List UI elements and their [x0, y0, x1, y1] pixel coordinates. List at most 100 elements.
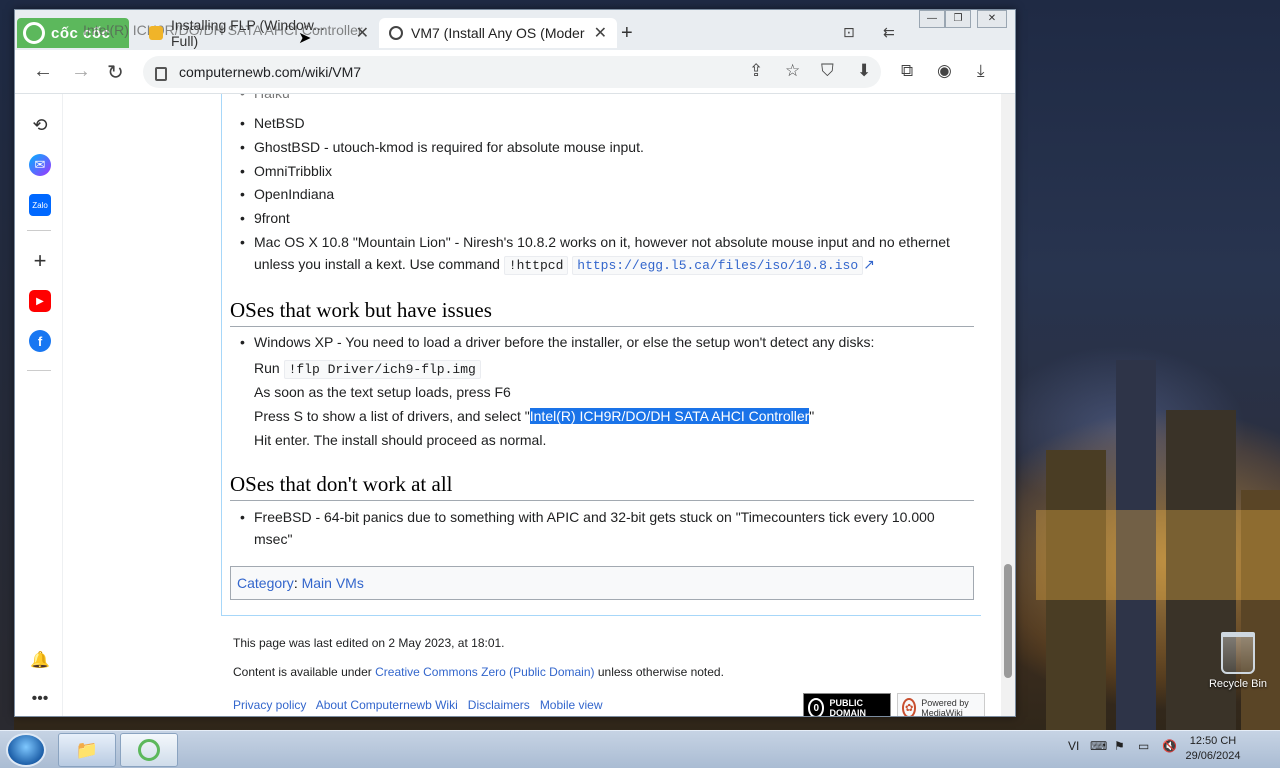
start-button[interactable] [6, 733, 46, 767]
address-bar[interactable]: computernewb.com/wiki/VM7 [143, 56, 881, 88]
list-item: GhostBSD - utouch-kmod is required for a… [240, 136, 644, 158]
forward-button[interactable]: → [71, 60, 91, 83]
tab-installing-flp[interactable]: Installing FLP (Window... Full) ✕ [139, 17, 379, 49]
iso-link[interactable]: https://egg.l5.ca/files/iso/10.8.iso [572, 256, 864, 275]
tab-close-icon[interactable]: ✕ [356, 23, 369, 43]
step-f6: As soon as the text setup loads, press F… [254, 384, 511, 400]
profile-icon[interactable]: ◉ [937, 61, 952, 81]
share-icon[interactable]: ⇪ [749, 61, 763, 81]
recycle-bin-label: Recycle Bin [1208, 678, 1268, 690]
tab-search-icon[interactable]: ⊡ [843, 24, 855, 41]
license-link[interactable]: Creative Commons Zero (Public Domain) [375, 665, 594, 679]
tab-title: Installing FLP (Window... Full) [170, 17, 325, 49]
tab-sidebar-icon[interactable]: ⇇ [883, 24, 895, 41]
add-panel-icon[interactable]: + [29, 248, 51, 273]
address-url[interactable]: computernewb.com/wiki/VM7 [179, 64, 361, 80]
list-item-freebsd: FreeBSD - 64-bit panics due to something… [240, 506, 935, 528]
network-icon[interactable]: ▭ [1138, 739, 1149, 753]
notification-bell-icon[interactable]: 🔔 [29, 649, 51, 671]
list-item: Haiku [240, 94, 290, 104]
zalo-icon[interactable]: Zalo [29, 194, 51, 216]
external-link-icon: ↗ [863, 256, 875, 272]
license-prefix: Content is available under [233, 665, 372, 679]
language-indicator[interactable]: VI [1068, 739, 1079, 753]
coccoc-taskbar-button[interactable] [120, 733, 178, 767]
facebook-icon[interactable]: f [29, 330, 51, 352]
more-options-icon[interactable]: ••• [29, 688, 51, 710]
sidebar-divider [27, 230, 51, 231]
download-page-icon[interactable]: ⬇ [857, 61, 871, 81]
desktop-edge [0, 0, 14, 730]
category-label-link[interactable]: Category [237, 575, 294, 591]
category-colon: : [293, 575, 302, 591]
minimize-button[interactable]: — [919, 10, 945, 28]
mediawiki-label: Powered by MediaWiki [921, 698, 969, 716]
lock-icon[interactable] [155, 67, 167, 81]
sidebar: ⟲ ✉ Zalo + ▶ f 🔔 ••• [15, 94, 63, 716]
clock-time: 12:50 CH [1189, 735, 1237, 747]
httpcd-command: !httpcd [503, 256, 569, 275]
close-window-button[interactable]: ✕ [977, 10, 1007, 28]
license-line: Content is available under Creative Comm… [233, 665, 724, 679]
run-label: Run [254, 360, 280, 376]
reload-button[interactable]: ↻ [107, 60, 124, 85]
youtube-icon[interactable]: ▶ [29, 290, 51, 312]
recycle-bin-icon[interactable]: Recycle Bin [1204, 632, 1272, 690]
step-enter: Hit enter. The install should proceed as… [254, 432, 547, 448]
selected-text[interactable]: Intel(R) ICH9R/DO/DH SATA AHCI Controlle… [529, 408, 810, 424]
macos-line2-text: unless you install a kext. Use command [254, 256, 500, 272]
taskbar: 📁 VI ⌨ ⚑ ▭ 🔇 12:50 CH 29/06/2024 [0, 730, 1280, 768]
scrollbar-thumb[interactable] [1004, 564, 1012, 678]
public-domain-label: PUBLIC DOMAIN [829, 698, 866, 716]
sidebar-divider [27, 370, 51, 371]
shield-icon[interactable]: ⛉ [821, 61, 834, 81]
list-item-winxp: Windows XP - You need to load a driver b… [240, 331, 874, 353]
tab-close-icon[interactable]: ✕ [594, 23, 607, 43]
flp-command: !flp Driver/ich9-flp.img [283, 360, 481, 379]
disclaimers-link[interactable]: Disclaimers [468, 698, 530, 712]
list-item: OpenIndiana [240, 183, 334, 205]
back-button[interactable]: ← [33, 60, 53, 83]
coccoc-logo-icon [138, 739, 160, 761]
keyboard-icon[interactable]: ⌨ [1090, 739, 1107, 753]
bookmark-star-icon[interactable]: ☆ [785, 61, 800, 81]
article-body: Haiku NetBSD GhostBSD - utouch-kmod is r… [221, 94, 981, 616]
public-domain-icon: 0 [808, 698, 825, 716]
file-explorer-button[interactable]: 📁 [58, 733, 116, 767]
category-box: Category: Main VMs [230, 566, 974, 600]
footer-links: Privacy policy About Computernewb Wiki D… [233, 698, 603, 712]
privacy-policy-link[interactable]: Privacy policy [233, 698, 306, 712]
action-center-flag-icon[interactable]: ⚑ [1114, 739, 1125, 753]
history-icon[interactable]: ⟲ [29, 114, 51, 136]
license-suffix: unless otherwise noted. [597, 665, 724, 679]
extensions-icon[interactable]: ⧉ [901, 61, 913, 81]
browser-window: cốc cốc Intel(R) ICH9R/DO/DH SATA AHCI C… [14, 9, 1016, 717]
system-clock[interactable]: 12:50 CH 29/06/2024 [1180, 734, 1246, 764]
macos-line1: Mac OS X 10.8 "Mountain Lion" - Niresh's… [254, 234, 950, 250]
web-page: Haiku NetBSD GhostBSD - utouch-kmod is r… [63, 94, 1003, 716]
last-edited: This page was last edited on 2 May 2023,… [233, 636, 505, 650]
page-scrollbar[interactable] [1001, 94, 1015, 716]
category-main-vms-link[interactable]: Main VMs [302, 575, 364, 591]
tab-favicon [389, 26, 403, 40]
step-select-suffix: " [809, 408, 815, 424]
list-item: NetBSD [240, 112, 304, 134]
tab-favicon [149, 26, 163, 40]
maximize-button[interactable]: ❐ [945, 10, 971, 28]
volume-muted-icon[interactable]: 🔇 [1162, 739, 1177, 753]
about-link[interactable]: About Computernewb Wiki [316, 698, 458, 712]
tab-vm7[interactable]: VM7 (Install Any OS (Moder ✕ [379, 18, 617, 48]
downloads-icon[interactable]: ⤓ [977, 61, 985, 81]
new-tab-button[interactable]: + [621, 22, 633, 45]
mobile-view-link[interactable]: Mobile view [540, 698, 603, 712]
freebsd-line2: msec" [254, 531, 293, 547]
folder-icon: 📁 [75, 739, 99, 760]
tab-bar: cốc cốc Intel(R) ICH9R/DO/DH SATA AHCI C… [15, 10, 1015, 50]
coccoc-logo-icon [23, 22, 45, 44]
list-item: 9front [240, 207, 290, 229]
messenger-icon[interactable]: ✉ [29, 154, 51, 176]
run-line: Run !flp Driver/ich9-flp.img [254, 357, 481, 381]
public-domain-badge[interactable]: 0 PUBLIC DOMAIN [803, 693, 891, 716]
mediawiki-badge[interactable]: ✿ Powered by MediaWiki [897, 693, 985, 716]
list-item-macos: Mac OS X 10.8 "Mountain Lion" - Niresh's… [240, 231, 950, 253]
